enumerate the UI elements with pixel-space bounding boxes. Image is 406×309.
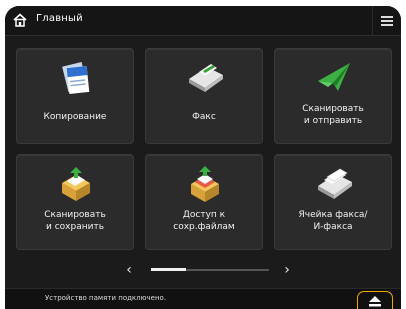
copy-icon <box>62 61 90 94</box>
status-bar: Устройство памяти подключено. <box>5 288 401 309</box>
eject-button[interactable] <box>357 291 393 309</box>
menu-button[interactable] <box>372 6 401 35</box>
fax-inbox-label: Ячейка факса/ И-факса <box>298 210 368 232</box>
copy-tile[interactable]: Копирование <box>16 48 134 144</box>
chevron-left-icon[interactable]: ‹ <box>122 263 136 277</box>
home-icon[interactable] <box>12 12 28 28</box>
fax-tile[interactable]: Факс <box>145 48 263 144</box>
fax-inbox-tile[interactable]: Ячейка факса/ И-факса <box>274 154 392 250</box>
main-menu-screen: Главный Копирование Факс Сканировать и о… <box>5 6 401 309</box>
header-bar: Главный <box>5 6 401 36</box>
stored-files-icon <box>191 166 219 202</box>
function-grid: Копирование Факс Сканировать и отправить <box>16 48 392 250</box>
fax-icon <box>189 64 223 92</box>
scan-send-icon <box>318 63 350 91</box>
page-track <box>151 268 269 271</box>
eject-icon <box>369 296 381 307</box>
stored-files-tile[interactable]: Доступ к сохр.файлам <box>145 154 263 250</box>
menu-icon <box>381 16 393 18</box>
stored-files-label: Доступ к сохр.файлам <box>173 210 235 232</box>
scan-send-label: Сканировать и отправить <box>302 104 364 126</box>
page-indicator: ‹ › <box>5 260 401 280</box>
status-message: Устройство памяти подключено. <box>45 294 167 302</box>
scan-send-tile[interactable]: Сканировать и отправить <box>274 48 392 144</box>
chevron-right-icon[interactable]: › <box>280 263 294 277</box>
scan-save-tile[interactable]: Сканировать и сохранить <box>16 154 134 250</box>
page-position-fill <box>151 268 187 271</box>
page-title: Главный <box>36 13 83 24</box>
scan-save-label: Сканировать и сохранить <box>44 210 106 232</box>
fax-label: Факс <box>192 112 216 122</box>
copy-label: Копирование <box>43 112 107 122</box>
scan-save-icon <box>62 167 90 201</box>
fax-inbox-icon <box>318 168 352 199</box>
